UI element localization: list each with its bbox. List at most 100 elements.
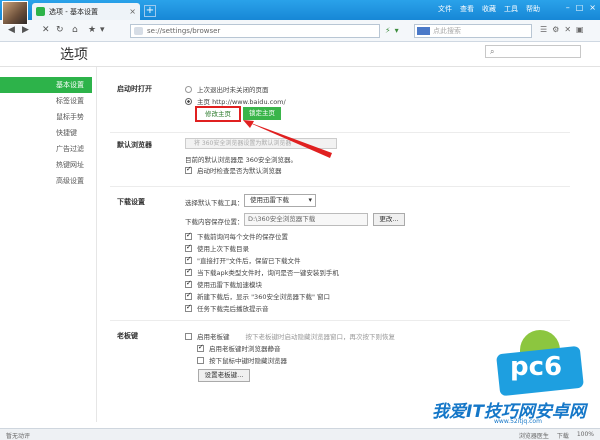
sidebar-item-tabs[interactable]: 标签设置	[0, 93, 92, 109]
header-divider	[0, 66, 600, 67]
browser-doctor-button[interactable]: 浏览器医生	[519, 431, 549, 440]
change-path-button[interactable]: 更改...	[373, 213, 405, 226]
download-option-row[interactable]: 当下载apk类型文件时，询问是否一键安装到手机	[185, 267, 339, 277]
check-default-checkbox[interactable]	[185, 165, 192, 174]
download-option-checkbox[interactable]	[185, 279, 192, 288]
boss-key-mute-checkbox[interactable]	[197, 343, 204, 352]
download-option-label: 使用迅雷下载加速模块	[197, 281, 262, 289]
downloads-button[interactable]: 下载	[557, 431, 569, 440]
stop-icon[interactable]: ✕	[42, 25, 50, 35]
user-avatar[interactable]	[2, 1, 28, 25]
menu-help[interactable]: 帮助	[526, 4, 540, 14]
sidebar-item-shortcuts[interactable]: 快捷键	[0, 125, 92, 141]
download-path-input[interactable]: D:\360安全浏览器下载	[244, 213, 368, 226]
minimize-button[interactable]: –	[566, 3, 570, 12]
tab-title: 选项 - 基本设置	[49, 7, 98, 16]
download-label: 下载设置	[117, 198, 145, 206]
download-option-row[interactable]: 新建下载后，显示 "360安全浏览器下载" 窗口	[185, 291, 330, 301]
startup-option-last[interactable]: 上次退出时未关闭的页面	[185, 84, 269, 94]
search-input[interactable]: 点此搜索	[414, 24, 532, 38]
sidebar-divider	[96, 67, 97, 422]
search-engine-icon[interactable]	[417, 27, 430, 35]
download-option-row[interactable]: 任务下载完后播放提示音	[185, 303, 269, 313]
startup-option-home[interactable]: 主页 http://www.baidu.com/	[185, 96, 286, 106]
download-option-checkbox[interactable]	[185, 303, 192, 312]
gear-icon[interactable]: ⚙	[552, 25, 559, 34]
zoom-level[interactable]: 100%	[577, 431, 594, 440]
option-home-label: 主页 http://www.baidu.com/	[197, 98, 286, 106]
forward-icon[interactable]: ▶	[22, 25, 29, 35]
boss-key-mute-row[interactable]: 启用老板键时浏览器静音	[197, 343, 281, 353]
section-divider	[110, 132, 570, 133]
boss-key-hint: 按下老板键时启动隐藏浏览器窗口，再次按下则恢复	[245, 333, 396, 341]
set-boss-key-button[interactable]: 设置老板键...	[198, 369, 250, 382]
menu-icon[interactable]: ☰	[540, 25, 547, 34]
boss-key-enable-label: 启用老板键	[197, 333, 230, 341]
settings-sidebar: 基本设置 标签设置 鼠标手势 快捷键 广告过滤 热键网址 高级设置	[0, 77, 92, 189]
status-right: 浏览器医生 下载 100%	[519, 431, 594, 440]
sidebar-item-hotkeys[interactable]: 热键网址	[0, 157, 92, 173]
boss-key-mute-label: 启用老板键时浏览器静音	[209, 345, 281, 353]
settings-search-input[interactable]: ⌕	[485, 45, 581, 58]
download-option-row[interactable]: 使用迅雷下载加速模块	[185, 279, 262, 289]
radio-homepage[interactable]	[185, 97, 192, 105]
extension-icon[interactable]: ▣	[576, 25, 584, 34]
boss-key-enable-row[interactable]: 启用老板键 按下老板键时启动隐藏浏览器窗口，再次按下则恢复	[185, 331, 395, 341]
status-left-text: 暂无动评	[6, 433, 31, 440]
download-option-label: "直接打开"文件后，保留已下载文件	[197, 257, 301, 265]
modify-home-button[interactable]: 修改主页	[195, 106, 241, 122]
section-divider	[110, 320, 570, 321]
check-default-row[interactable]: 启动时检查是否为默认浏览器	[185, 165, 282, 175]
download-option-checkbox[interactable]	[185, 231, 192, 240]
menu-favorites[interactable]: 收藏	[482, 4, 496, 14]
download-option-label: 下载前询问每个文件的保存位置	[197, 233, 288, 241]
menu-view[interactable]: 查看	[460, 4, 474, 14]
middle-click-row[interactable]: 按下鼠标中键时隐藏浏览器	[197, 355, 287, 365]
address-bar[interactable]: se://settings/browser	[130, 24, 380, 38]
navigation-bar: ◀ ▶ ✕ ↻ ⌂ ★ ▾ se://settings/browser ⚡ ▾ …	[0, 20, 600, 42]
refresh-icon[interactable]: ↻	[56, 25, 64, 35]
boss-key-label: 老板键	[117, 332, 138, 340]
download-option-checkbox[interactable]	[185, 291, 192, 300]
toolbar-icons: ☰ ⚙ ✕ ▣	[540, 25, 584, 34]
lightning-icon[interactable]: ⚡	[385, 26, 391, 35]
new-tab-button[interactable]: +	[144, 5, 156, 17]
home-icon[interactable]: ⌂	[72, 25, 78, 35]
sidebar-item-adblock[interactable]: 广告过滤	[0, 141, 92, 157]
download-option-checkbox[interactable]	[185, 255, 192, 264]
close-icon[interactable]: ✕	[564, 25, 571, 34]
tab-close-icon[interactable]: ×	[129, 7, 136, 16]
download-option-row[interactable]: 使用上次下载目录	[185, 243, 249, 253]
download-option-checkbox[interactable]	[185, 243, 192, 252]
sidebar-item-gestures[interactable]: 鼠标手势	[0, 109, 92, 125]
close-window-button[interactable]: ×	[589, 3, 596, 12]
boss-key-enable-checkbox[interactable]	[185, 332, 192, 340]
status-bar: 暂无动评 浏览器医生 下载 100%	[0, 428, 600, 440]
chevron-down-icon[interactable]: ▾	[100, 25, 105, 35]
middle-click-checkbox[interactable]	[197, 356, 204, 364]
back-icon[interactable]: ◀	[8, 25, 15, 35]
dropdown-icon[interactable]: ▾	[395, 26, 399, 35]
menu-tools[interactable]: 工具	[504, 4, 518, 14]
sidebar-item-advanced[interactable]: 高级设置	[0, 173, 92, 189]
section-divider	[110, 186, 570, 187]
menu-file[interactable]: 文件	[438, 4, 452, 14]
middle-click-label: 按下鼠标中键时隐藏浏览器	[209, 357, 287, 365]
search-icon: ⌕	[490, 47, 495, 56]
watermark-badge-text: pc6	[510, 352, 563, 382]
download-option-row[interactable]: 下载前询问每个文件的保存位置	[185, 231, 288, 241]
page-icon	[134, 27, 143, 35]
radio-last-session[interactable]	[185, 85, 192, 93]
lock-home-button[interactable]: 锁定主页	[243, 107, 281, 120]
maximize-button[interactable]: □	[576, 3, 584, 12]
address-extras: ⚡ ▾	[385, 26, 399, 35]
default-browser-label: 默认浏览器	[117, 141, 152, 149]
download-option-checkbox[interactable]	[185, 267, 192, 276]
star-icon[interactable]: ★	[88, 25, 96, 35]
sidebar-item-basic[interactable]: 基本设置	[0, 77, 92, 93]
tab-settings[interactable]: 选项 - 基本设置 ×	[32, 3, 140, 20]
set-default-button[interactable]: 将 360安全浏览器设置为默认浏览器	[185, 138, 337, 149]
download-tool-select[interactable]: 使用迅雷下载	[244, 194, 316, 207]
download-path-label: 下载内容保存位置：	[185, 218, 244, 226]
download-option-row[interactable]: "直接打开"文件后，保留已下载文件	[185, 255, 300, 265]
